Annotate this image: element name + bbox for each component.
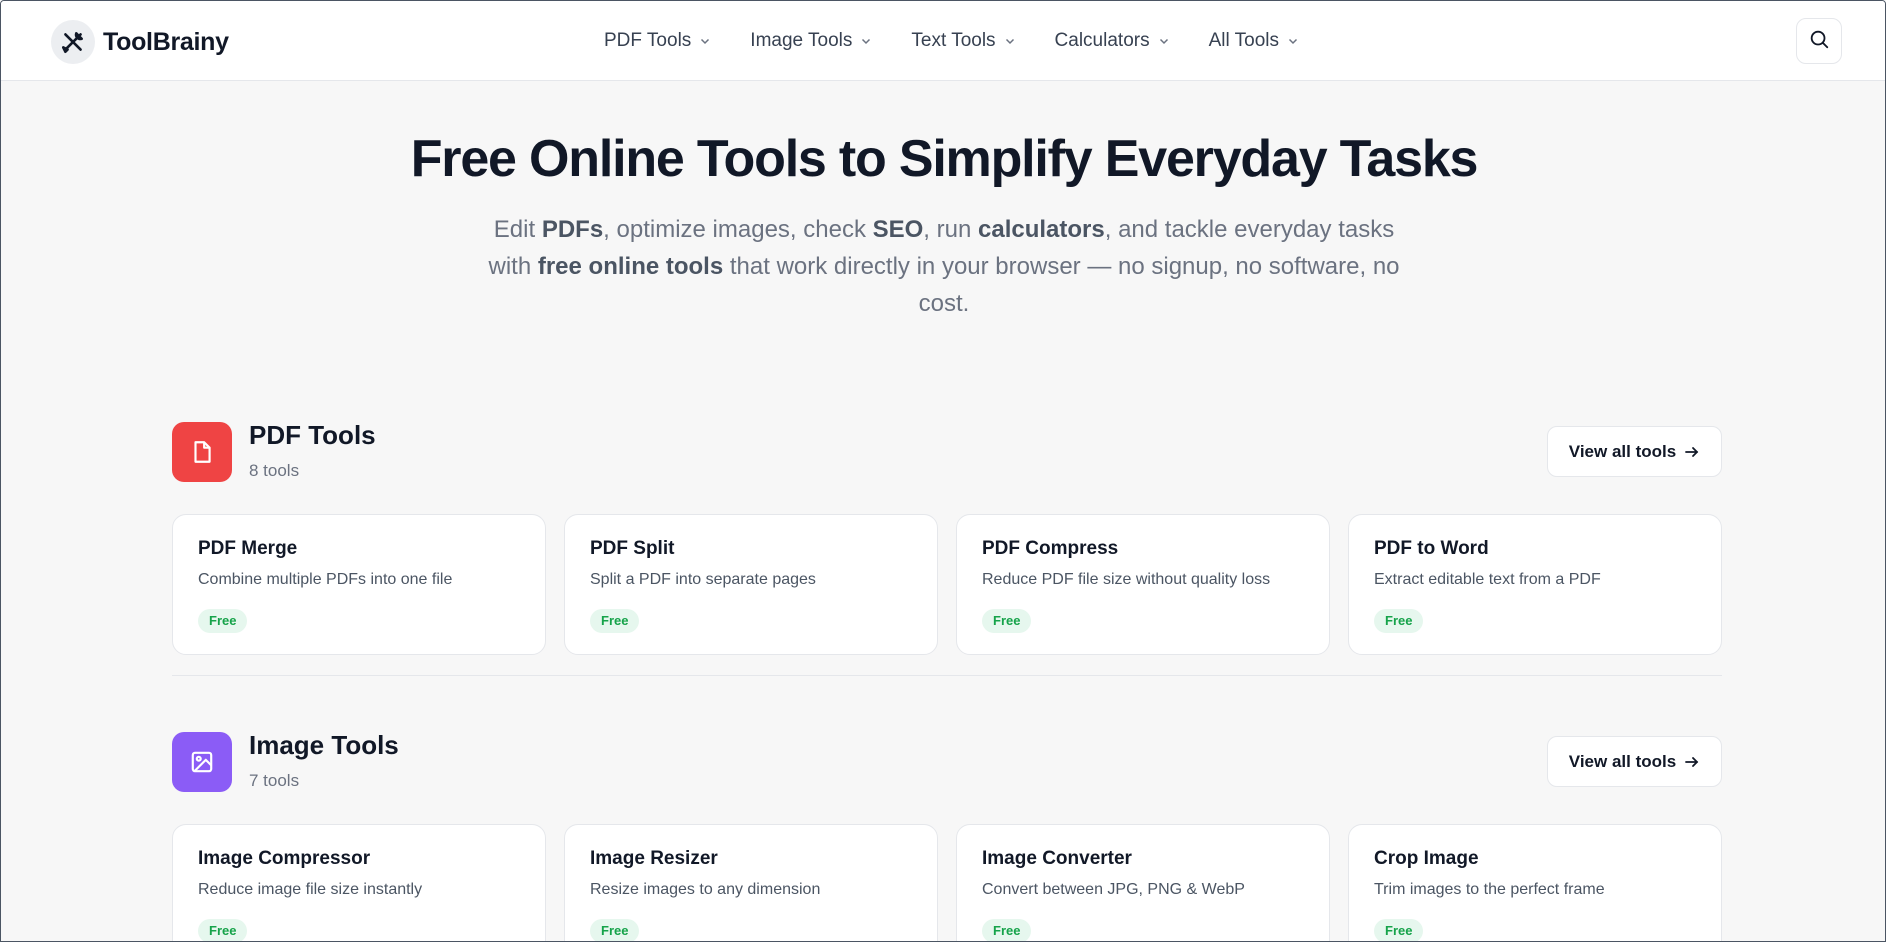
view-all-button[interactable]: View all tools (1547, 736, 1722, 787)
search-icon (1808, 28, 1830, 55)
nav-pdf-tools[interactable]: PDF Tools (604, 30, 711, 52)
tool-name: Image Converter (982, 848, 1132, 869)
view-all-label: View all tools (1568, 441, 1677, 461)
tool-name: Image Compressor (198, 848, 371, 869)
hero-emphasis: PDFs (541, 216, 604, 243)
hero-subtitle: Edit PDFs, optimize images, check SEO, r… (481, 211, 1407, 322)
pdf-tools-grid: PDF Merge Combine multiple PDFs into one… (172, 514, 1722, 655)
section-image-tools: Image Tools 7 tools View all tools (172, 730, 1722, 802)
section-title: Image Tools (249, 730, 399, 760)
tool-description: Resize images to any dimension (590, 881, 821, 898)
main-nav: PDF Tools Image Tools Text Tools Calcula… (604, 1, 1299, 81)
nav-label: Text Tools (911, 30, 996, 51)
tool-name: PDF Split (590, 538, 675, 559)
nav-text-tools[interactable]: Text Tools (911, 30, 1015, 52)
free-badge: Free (198, 919, 248, 941)
tool-card-image-converter[interactable]: Image Converter Convert between JPG, PNG… (956, 824, 1330, 941)
section-count: 8 tools (249, 461, 300, 480)
tool-name: Image Resizer (590, 848, 718, 869)
tool-description: Split a PDF into separate pages (590, 571, 816, 588)
nav-image-tools[interactable]: Image Tools (750, 30, 872, 52)
tool-description: Trim images to the perfect frame (1374, 881, 1605, 898)
tools-icon (51, 20, 95, 64)
brand-name: ToolBrainy (103, 27, 229, 56)
chevron-down-icon (1004, 35, 1016, 47)
tool-description: Reduce image file size instantly (198, 881, 423, 898)
chevron-down-icon (860, 35, 872, 47)
hero-text: Edit (493, 216, 542, 243)
nav-calculators[interactable]: Calculators (1055, 30, 1170, 52)
free-badge: Free (590, 609, 640, 633)
tool-card-pdf-split[interactable]: PDF Split Split a PDF into separate page… (564, 514, 938, 655)
search-button[interactable] (1796, 18, 1842, 64)
tool-name: PDF Compress (982, 538, 1119, 559)
section-count: 7 tools (249, 771, 300, 790)
nav-label: Image Tools (750, 30, 853, 51)
hero-text: , optimize images, check (603, 216, 873, 243)
document-icon (172, 422, 232, 482)
free-badge: Free (982, 609, 1032, 633)
hero-title: Free Online Tools to Simplify Everyday T… (410, 130, 1479, 188)
tool-name: PDF Merge (198, 538, 298, 559)
section-divider (172, 675, 1722, 676)
nav-label: PDF Tools (604, 30, 692, 51)
nav-label: Calculators (1054, 30, 1150, 51)
nav-label: All Tools (1208, 30, 1279, 51)
tool-description: Extract editable text from a PDF (1374, 571, 1601, 588)
free-badge: Free (590, 919, 640, 941)
section-title: PDF Tools (249, 420, 376, 450)
tool-card-pdf-to-word[interactable]: PDF to Word Extract editable text from a… (1348, 514, 1722, 655)
view-all-button[interactable]: View all tools (1547, 426, 1722, 477)
hero-emphasis: calculators (978, 216, 1105, 243)
view-all-label: View all tools (1568, 751, 1677, 771)
hero-text: , run (923, 216, 978, 243)
section-pdf-tools: PDF Tools 8 tools View all tools (172, 420, 1722, 492)
arrow-right-icon (1684, 444, 1700, 460)
tool-card-image-resizer[interactable]: Image Resizer Resize images to any dimen… (564, 824, 938, 941)
free-badge: Free (1374, 919, 1424, 941)
browser-viewport: ToolBrainy PDF Tools Image Tools Text To… (0, 0, 1886, 942)
free-badge: Free (1374, 609, 1424, 633)
brand-logo[interactable]: ToolBrainy (51, 20, 229, 64)
nav-all-tools[interactable]: All Tools (1209, 30, 1299, 52)
arrow-right-icon (1684, 754, 1700, 770)
hero-emphasis: SEO (872, 216, 924, 243)
tool-description: Combine multiple PDFs into one file (198, 571, 453, 588)
image-tools-grid: Image Compressor Reduce image file size … (172, 824, 1722, 941)
chevron-down-icon (1158, 35, 1170, 47)
chevron-down-icon (699, 35, 711, 47)
tool-card-crop-image[interactable]: Crop Image Trim images to the perfect fr… (1348, 824, 1722, 941)
free-badge: Free (982, 919, 1032, 941)
hero-emphasis: free online tools (537, 253, 724, 280)
site-header: ToolBrainy PDF Tools Image Tools Text To… (1, 1, 1885, 81)
tool-card-pdf-compress[interactable]: PDF Compress Reduce PDF file size withou… (956, 514, 1330, 655)
image-icon (172, 732, 232, 792)
tool-name: Crop Image (1374, 848, 1479, 869)
tool-card-image-compressor[interactable]: Image Compressor Reduce image file size … (172, 824, 546, 941)
tool-description: Reduce PDF file size without quality los… (982, 571, 1271, 588)
tool-description: Convert between JPG, PNG & WebP (982, 881, 1245, 898)
free-badge: Free (198, 609, 248, 633)
hero-text: that work directly in your browser — no … (723, 253, 1400, 317)
chevron-down-icon (1287, 35, 1299, 47)
tool-card-pdf-merge[interactable]: PDF Merge Combine multiple PDFs into one… (172, 514, 546, 655)
tool-name: PDF to Word (1374, 538, 1489, 559)
